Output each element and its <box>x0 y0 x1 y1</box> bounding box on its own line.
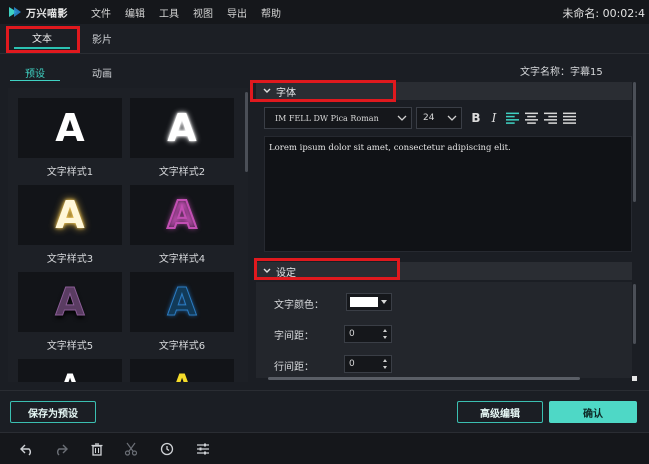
stepper-arrows-icon[interactable] <box>382 328 388 340</box>
text-content-input[interactable]: Lorem ipsum dolor sit amet, consectetur … <box>264 136 632 252</box>
preset-thumb: A <box>18 185 122 245</box>
redo-icon[interactable] <box>54 442 68 456</box>
menu-tools[interactable]: 工具 <box>159 5 179 20</box>
char-spacing-label: 字间距： <box>274 331 314 342</box>
menu-bar: 万兴喵影 文件 编辑 工具 视图 导出 帮助 未命名: 00:02:4 <box>0 0 649 24</box>
menu-file[interactable]: 文件 <box>91 5 111 20</box>
stepper-arrows-icon[interactable] <box>382 358 388 370</box>
tab-movie[interactable]: 影片 <box>82 27 122 49</box>
text-name-label: 文字名称： <box>520 67 570 78</box>
preset-glyph: A <box>55 193 85 237</box>
preset-thumb: A <box>130 98 234 158</box>
preset-card[interactable]: A <box>130 359 234 382</box>
adjust-icon[interactable] <box>196 442 210 456</box>
align-right-icon[interactable] <box>544 111 557 125</box>
bold-button[interactable]: B <box>470 111 482 125</box>
horizontal-scrollbar[interactable] <box>268 377 580 380</box>
bottom-toolbar <box>0 432 649 464</box>
clock-icon[interactable] <box>160 442 174 456</box>
preset-card[interactable]: A 文字样式5 <box>18 272 122 352</box>
preset-glyph: A <box>167 280 197 324</box>
char-spacing-value: 0 <box>349 329 355 339</box>
preset-label: 文字样式2 <box>158 167 206 178</box>
line-spacing-stepper[interactable]: 0 <box>344 355 392 373</box>
line-spacing-value: 0 <box>349 359 355 369</box>
align-left-icon[interactable] <box>506 111 519 125</box>
app-logo: 万兴喵影 <box>8 5 88 20</box>
chevron-down-icon <box>397 115 407 121</box>
preset-thumb: A <box>130 272 234 332</box>
preset-card[interactable]: A 文字样式6 <box>130 272 234 352</box>
preset-card[interactable]: A <box>18 359 122 382</box>
preset-label: 文字样式6 <box>158 341 206 352</box>
advanced-edit-button[interactable]: 高级编辑 <box>457 401 543 423</box>
preset-card[interactable]: A 文字样式2 <box>130 98 234 178</box>
preset-label: 文字样式3 <box>46 254 94 265</box>
font-size-value: 24 <box>423 113 435 123</box>
menu-export[interactable]: 导出 <box>227 5 247 20</box>
chevron-down-icon <box>447 115 457 121</box>
preset-card[interactable]: A 文字样式3 <box>18 185 122 265</box>
text-color-picker[interactable] <box>346 293 392 311</box>
preset-card[interactable]: A 文字样式4 <box>130 185 234 265</box>
preset-glyph: A <box>167 106 197 150</box>
preset-card[interactable]: A 文字样式1 <box>18 98 122 178</box>
logo-text: 万兴喵影 <box>26 8 68 20</box>
right-scrollbar[interactable] <box>633 82 636 202</box>
menu-edit[interactable]: 编辑 <box>125 5 145 20</box>
preset-scrollbar[interactable] <box>245 92 248 172</box>
logo-icon <box>9 7 21 17</box>
preset-thumb: A <box>130 359 234 382</box>
text-name-value: 字幕15 <box>570 67 603 78</box>
font-toolbar: IM FELL DW Pica Roman 24 B I <box>264 106 632 130</box>
preset-glyph: A <box>173 371 192 382</box>
align-center-icon[interactable] <box>525 111 538 125</box>
preset-label: 文字样式5 <box>46 341 94 352</box>
preset-glyph: A <box>61 371 80 382</box>
action-row: 保存为预设 高级编辑 确认 <box>0 390 649 432</box>
preset-glyph: A <box>55 280 85 324</box>
subtab-preset[interactable]: 预设 <box>10 65 60 81</box>
preset-label: 文字样式1 <box>46 167 94 178</box>
dropdown-arrow-icon <box>381 300 387 304</box>
font-family-value: IM FELL DW Pica Roman <box>275 113 379 123</box>
highlight-box-text-tab <box>6 26 80 53</box>
preset-glyph: A <box>166 193 197 237</box>
preset-thumb: A <box>18 359 122 382</box>
preset-label: 文字样式4 <box>158 254 206 265</box>
save-preset-button[interactable]: 保存为预设 <box>10 401 96 423</box>
highlight-box-settings <box>254 258 400 280</box>
text-name: 文字名称：字幕15 <box>520 63 603 78</box>
confirm-button[interactable]: 确认 <box>549 401 637 423</box>
delete-icon[interactable] <box>90 442 104 456</box>
font-family-select[interactable]: IM FELL DW Pica Roman <box>264 107 412 129</box>
settings-scrollbar[interactable] <box>633 284 636 344</box>
undo-icon[interactable] <box>20 442 34 456</box>
highlight-box-font <box>250 80 396 102</box>
color-swatch <box>350 297 378 307</box>
char-spacing-stepper[interactable]: 0 <box>344 325 392 343</box>
preset-glyph: A <box>55 106 85 150</box>
tab-row: 文本 影片 <box>0 24 649 54</box>
italic-button[interactable]: I <box>488 111 500 125</box>
text-color-label: 文字颜色： <box>274 300 324 311</box>
align-justify-icon[interactable] <box>563 111 576 125</box>
project-name: 未命名: 00:02:4 <box>562 7 645 20</box>
preset-panel: A 文字样式1 A 文字样式2 A 文字样式3 A 文字样式4 A 文字样式5 … <box>8 88 248 382</box>
cut-icon[interactable] <box>124 442 138 456</box>
line-spacing-label: 行间距： <box>274 362 314 373</box>
preset-thumb: A <box>18 272 122 332</box>
scroll-corner <box>632 376 637 381</box>
preset-thumb: A <box>130 185 234 245</box>
menu-view[interactable]: 视图 <box>193 5 213 20</box>
font-size-select[interactable]: 24 <box>416 107 462 129</box>
menu-help[interactable]: 帮助 <box>261 5 281 20</box>
subtab-animation[interactable]: 动画 <box>92 65 112 80</box>
preset-thumb: A <box>18 98 122 158</box>
